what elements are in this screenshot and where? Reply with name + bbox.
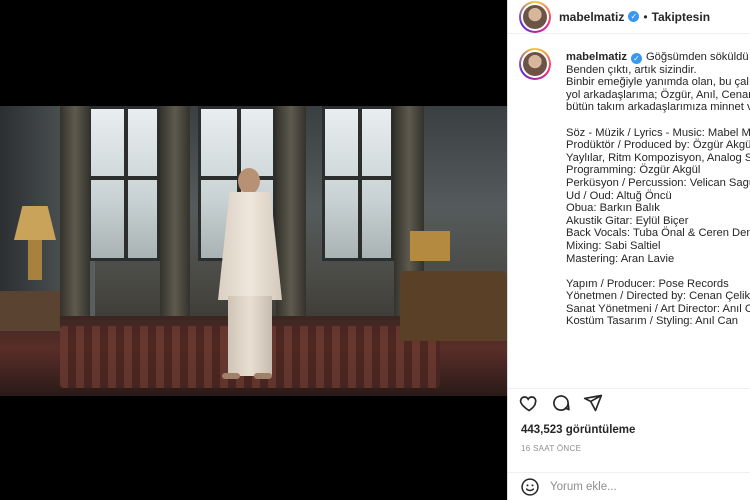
caption-line: Söz - Müzik / Lyrics - Music: Mabel M	[566, 126, 750, 139]
caption-text: mabelmatiz ✓ Göğsümden söküldü " Benden çı…	[566, 51, 750, 328]
share-icon[interactable]	[583, 393, 603, 413]
post-header: mabelmatiz ✓ • Takiptesin	[508, 0, 750, 34]
comment-icon[interactable]	[551, 393, 571, 413]
caption-line: Yapım / Producer: Pose Records	[566, 277, 729, 290]
caption-line: Benden çıktı, artık sizindir.	[566, 63, 697, 76]
following-button[interactable]: Takiptesin	[652, 10, 710, 24]
comment-bar: Yorum ekle...	[508, 472, 750, 500]
caption-line: Ud / Oud: Altuğ Öncü	[566, 189, 672, 202]
avatar[interactable]	[519, 0, 551, 33]
caption-line: Akustik Gitar: Eylül Biçer	[566, 214, 689, 227]
comment-input[interactable]: Yorum ekle...	[550, 481, 617, 493]
caption-line: Prodüktör / Produced by: Özgür Akgü	[566, 139, 750, 152]
video-scene-curtain	[60, 106, 90, 316]
caption-line: Mixing: Sabi Saltiel	[566, 239, 661, 252]
heart-icon[interactable]	[519, 393, 539, 413]
post-side-panel: mabelmatiz ✓ • Takiptesin mabelmatiz ✓ Göğ…	[507, 0, 750, 500]
verified-badge-icon: ✓	[628, 11, 640, 22]
separator-dot: •	[643, 9, 648, 24]
caption-gap	[566, 114, 750, 127]
video-scene-sofa	[400, 271, 507, 341]
caption-line: Yaylılar, Ritm Kompozisyon, Analog Sy	[566, 151, 750, 164]
caption-avatar[interactable]	[519, 48, 551, 80]
video-scene-curtain	[160, 106, 190, 316]
media-pane	[0, 0, 507, 500]
caption-first-line: mabelmatiz ✓ Göğsümden söküldü "	[566, 51, 750, 64]
view-count[interactable]: 443,523 görüntüleme	[521, 424, 635, 436]
caption-username[interactable]: mabelmatiz	[566, 51, 627, 63]
caption-line: Kostüm Tasarım / Styling: Anıl Can	[566, 315, 739, 328]
caption-area: mabelmatiz ✓ Göğsümden söküldü " Benden çı…	[508, 45, 750, 385]
post-timestamp: 16 SAAT ÖNCE	[521, 444, 582, 453]
caption-line: Back Vocals: Tuba Önal & Ceren Deniz	[566, 227, 750, 240]
caption-gap	[566, 265, 750, 278]
username-link[interactable]: mabelmatiz	[559, 10, 624, 24]
caption-line: Binbir emeğiyle yanımda olan, bu çalış	[566, 76, 750, 89]
verified-badge-icon: ✓	[630, 53, 642, 64]
video-scene-person	[214, 168, 286, 380]
video-scene-window	[88, 106, 160, 261]
video-scene-lamp-base	[28, 240, 42, 280]
video-scene-table	[410, 231, 450, 261]
video-scene-window	[322, 106, 394, 261]
caption-line: Göğsümden söküldü "	[645, 51, 750, 63]
action-bar	[508, 388, 750, 414]
caption-line: Obua: Barkın Balık	[566, 202, 660, 215]
video-scene-chair	[0, 291, 60, 331]
smiley-icon[interactable]	[520, 477, 540, 497]
caption-line: Programming: Özgür Akgül	[566, 164, 701, 177]
caption-line: Yönetmen / Directed by: Cenan Çelik	[566, 290, 750, 303]
video-player[interactable]	[0, 106, 507, 396]
caption-line: Mastering: Aran Lavie	[566, 252, 675, 265]
caption-line: yol arkadaşlarıma; Özgür, Anıl, Cenan,	[566, 88, 750, 101]
caption-line: Perküsyon / Percussion: Velican Sagun	[566, 176, 750, 189]
caption-line: bütün takım arkadaşlarımıza minnet v	[566, 101, 750, 114]
caption-line: Sanat Yönetmeni / Art Director: Anıl Ca	[566, 302, 750, 315]
